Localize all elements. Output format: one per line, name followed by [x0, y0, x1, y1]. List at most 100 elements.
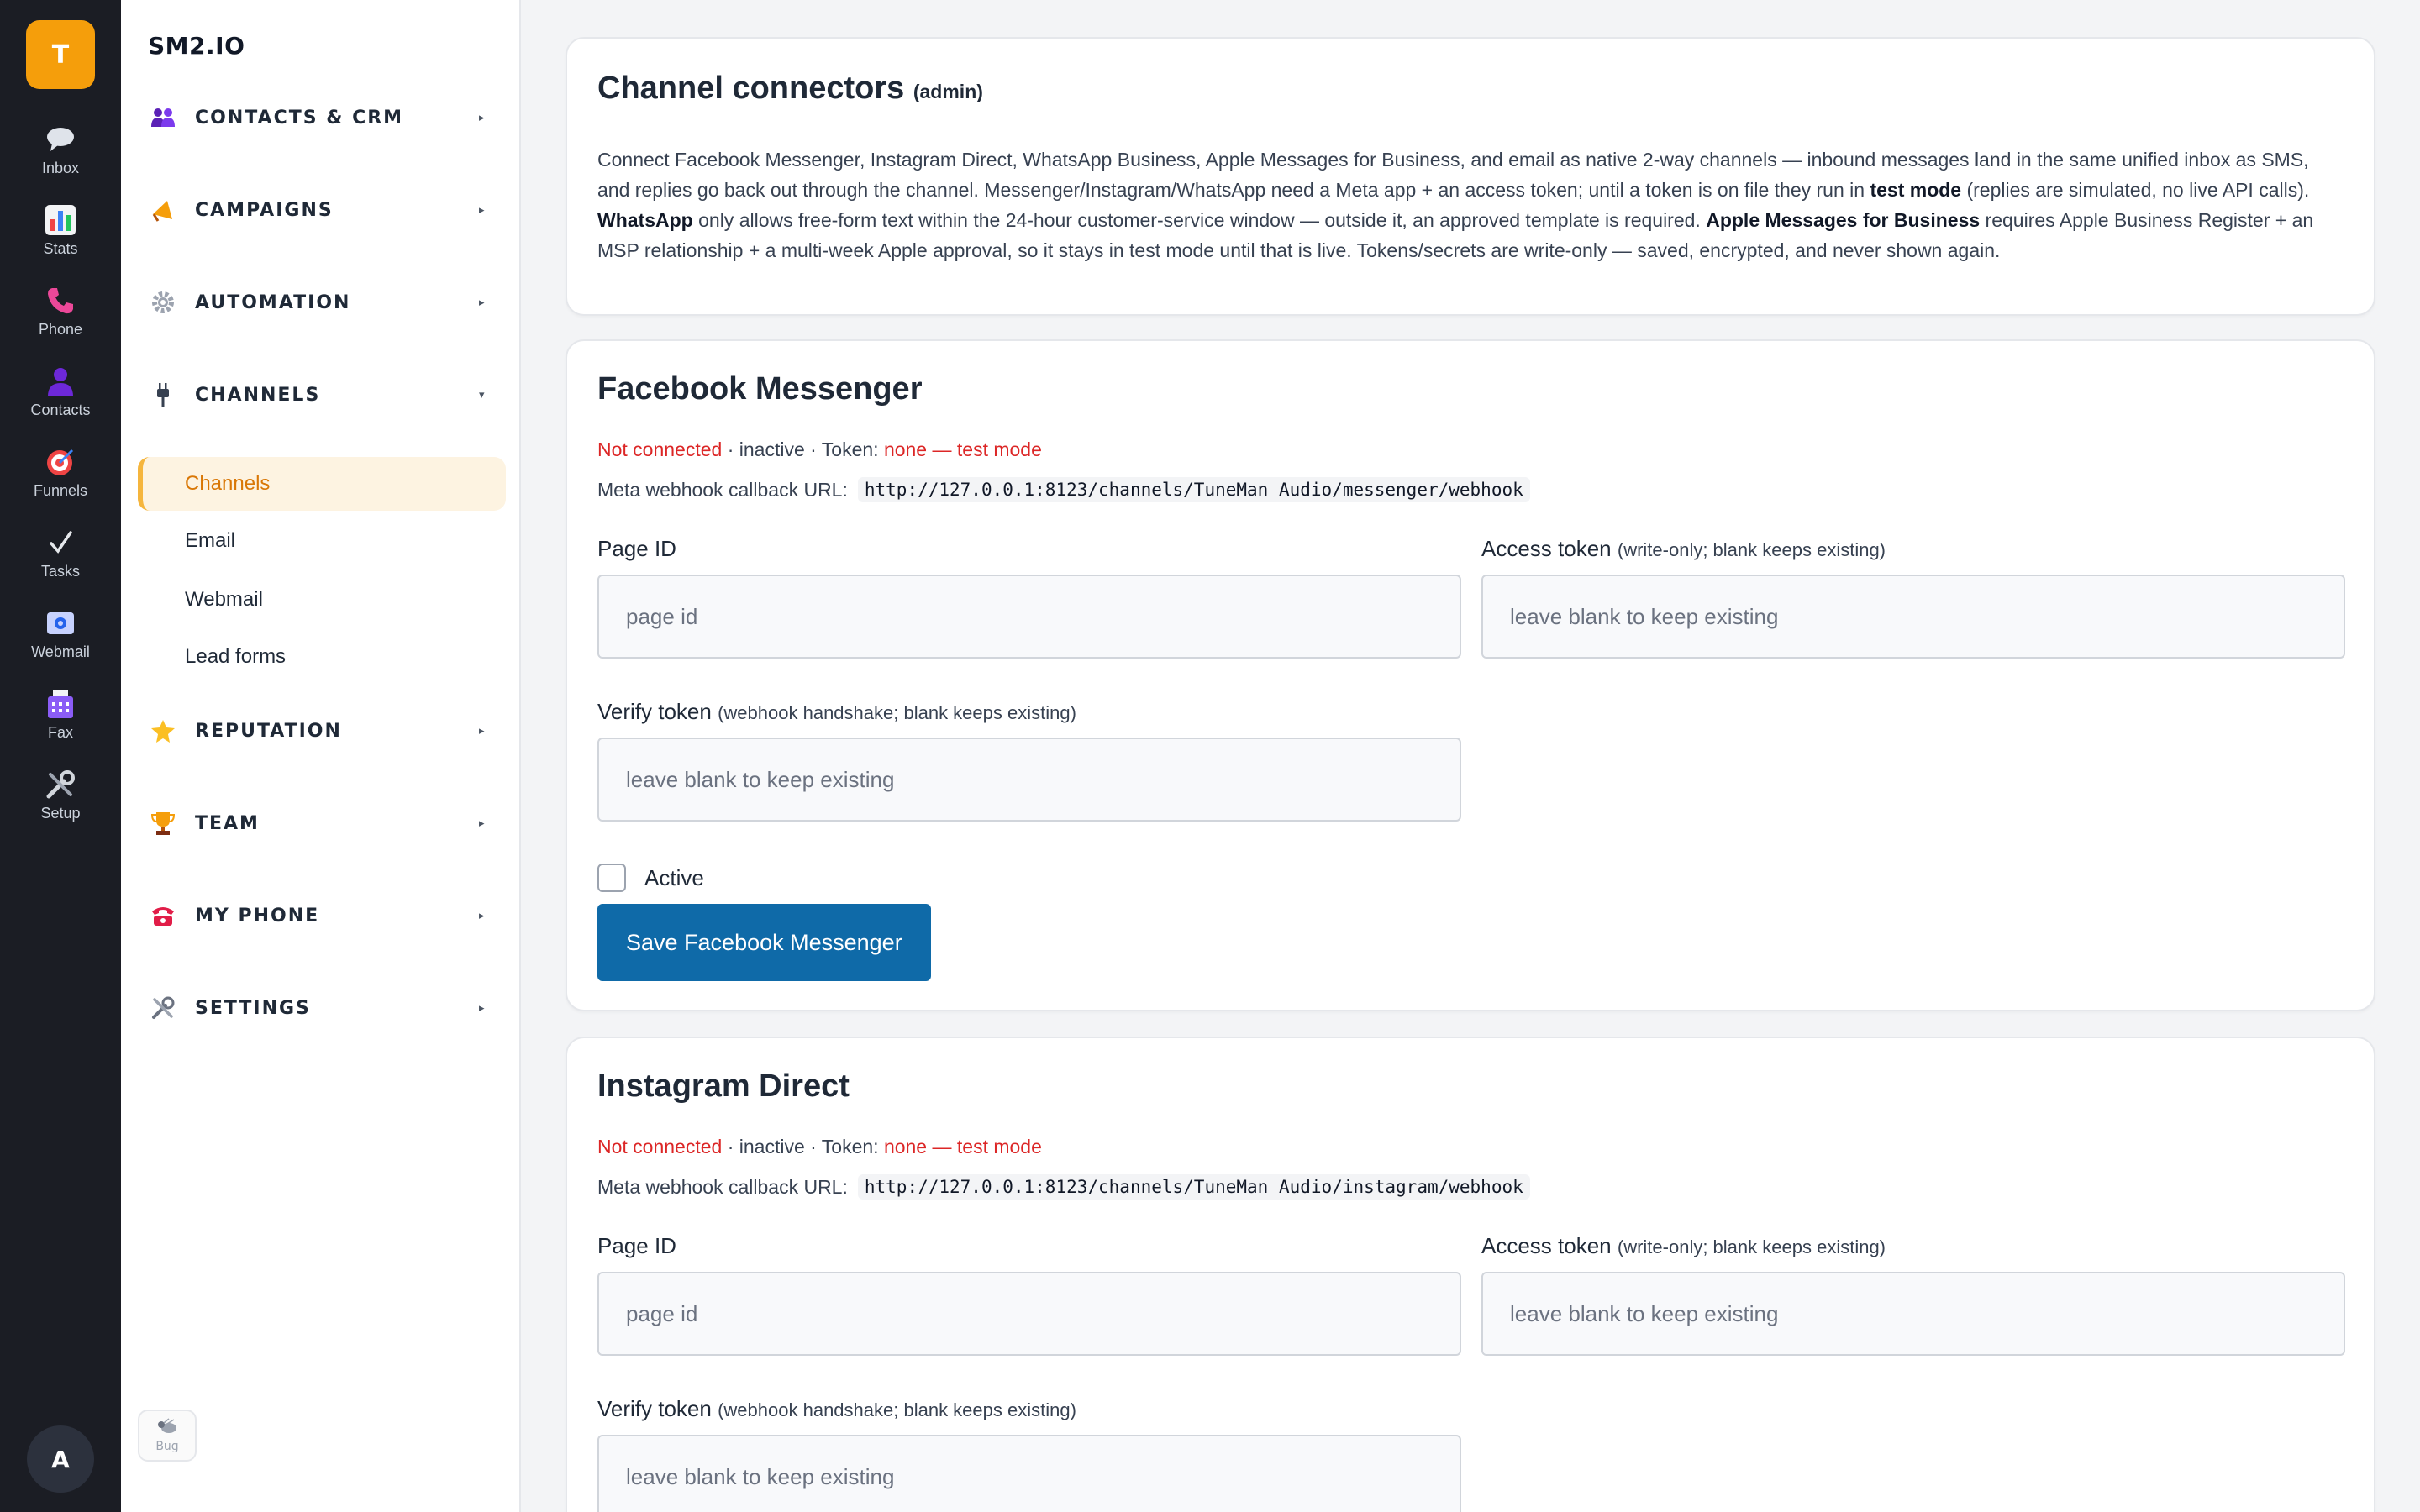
caret-right-icon: ▸: [479, 111, 485, 124]
nav-group-team[interactable]: TEAM ▸: [121, 798, 521, 848]
star-icon: [148, 716, 178, 746]
nav-group-channels[interactable]: CHANNELS ▾: [121, 370, 521, 420]
phone-icon: [42, 282, 79, 319]
caret-right-icon: ▸: [479, 203, 485, 217]
webhook-label: Meta webhook callback URL:: [597, 1175, 848, 1198]
connection-status: Not connected · inactive · Token: none —…: [597, 438, 1042, 461]
sidebar: SM2.IO CONTACTS & CRM ▸ CAMPAIGNS ▸ AUTO…: [121, 0, 521, 1512]
access-token-hint: (write-only; blank keeps existing): [1617, 539, 1886, 560]
rail-label: Stats: [43, 240, 78, 257]
intro-emphasis: test mode: [1870, 179, 1962, 201]
sidebar-item-lead-forms[interactable]: Lead forms: [138, 630, 506, 684]
card-title: Instagram Direct: [597, 1068, 850, 1104]
webhook-url[interactable]: http://127.0.0.1:8123/channels/TuneMan A…: [857, 477, 1530, 502]
nav-group-automation[interactable]: AUTOMATION ▸: [121, 277, 521, 328]
caret-right-icon: ▸: [479, 816, 485, 830]
tools-icon: [42, 766, 79, 803]
caret-right-icon: ▸: [479, 296, 485, 309]
nav-group-reputation[interactable]: REPUTATION ▸: [121, 706, 521, 756]
nav-group-campaigns[interactable]: CAMPAIGNS ▸: [121, 185, 521, 235]
rail-label: Funnels: [33, 482, 88, 499]
active-label: Active: [644, 864, 704, 890]
bug-icon: [155, 1418, 179, 1438]
caret-down-icon: ▾: [479, 388, 485, 402]
megaphone-icon: [148, 195, 178, 225]
nav-group-contacts-crm[interactable]: CONTACTS & CRM ▸: [121, 92, 521, 143]
save-facebook-messenger-button[interactable]: Save Facebook Messenger: [597, 904, 931, 981]
page-id-input[interactable]: [597, 575, 1461, 659]
brand-name: SM2.IO: [148, 32, 245, 60]
telephone-icon: [148, 900, 178, 931]
verify-token-label: Verify token (webhook handshake; blank k…: [597, 699, 1076, 725]
nav-group-label: TEAM: [195, 812, 260, 834]
card-title: Facebook Messenger: [597, 371, 923, 407]
verify-token-hint: (webhook handshake; blank keeps existing…: [718, 702, 1076, 723]
connection-status: Not connected · inactive · Token: none —…: [597, 1136, 1042, 1158]
verify-token-input[interactable]: [597, 738, 1461, 822]
rail-label: Contacts: [30, 402, 91, 418]
status-token: none — test mode: [883, 438, 1042, 460]
gear-icon: [148, 287, 178, 318]
rail-item-fax[interactable]: Fax: [0, 685, 121, 753]
sidebar-item-webmail[interactable]: Webmail: [138, 573, 506, 627]
webhook-url-row: Meta webhook callback URL: http://127.0.0…: [597, 1174, 1530, 1200]
page-id-label: Page ID: [597, 1233, 676, 1258]
access-token-input[interactable]: [1481, 575, 2345, 659]
nav-group-label: AUTOMATION: [195, 291, 351, 313]
verify-token-input[interactable]: [597, 1435, 1461, 1512]
checkmark-icon: [42, 524, 79, 561]
bug-label: Bug: [155, 1440, 179, 1453]
nav-group-label: MY PHONE: [195, 905, 320, 927]
page-id-label: Page ID: [597, 536, 676, 561]
rail-item-phone[interactable]: Phone: [0, 282, 121, 349]
nav-group-label: CAMPAIGNS: [195, 199, 334, 221]
verify-token-label-text: Verify token: [597, 699, 712, 724]
webhook-url[interactable]: http://127.0.0.1:8123/channels/TuneMan A…: [857, 1174, 1530, 1200]
status-token: none — test mode: [883, 1136, 1042, 1158]
rail-label: Webmail: [31, 643, 90, 660]
facebook-messenger-card: Facebook Messenger Not connected · inact…: [566, 339, 2375, 1011]
webhook-url-row: Meta webhook callback URL: http://127.0.0…: [597, 477, 1530, 502]
rail-item-inbox[interactable]: Inbox: [0, 121, 121, 188]
sidebar-item-channels[interactable]: Channels: [138, 457, 506, 511]
active-checkbox[interactable]: [597, 864, 626, 892]
caret-right-icon: ▸: [479, 724, 485, 738]
rail-item-tasks[interactable]: Tasks: [0, 524, 121, 591]
nav-group-my-phone[interactable]: MY PHONE ▸: [121, 890, 521, 941]
active-checkbox-row[interactable]: Active: [597, 864, 704, 892]
rail-item-stats[interactable]: Stats: [0, 202, 121, 269]
intro-emphasis: WhatsApp: [597, 209, 693, 231]
nav-group-label: REPUTATION: [195, 720, 342, 742]
rail-item-setup[interactable]: Setup: [0, 766, 121, 833]
person-icon: [42, 363, 79, 400]
fax-icon: [42, 685, 79, 722]
bug-report-button[interactable]: Bug: [138, 1410, 197, 1462]
target-icon: [42, 444, 79, 480]
status-detail: · inactive · Token:: [722, 1136, 884, 1158]
app-rail: T Inbox Stats Phone Contacts Funnels Tas…: [0, 0, 121, 1512]
intro-segment: only allows free-form text within the 24…: [692, 209, 1707, 231]
trophy-icon: [148, 808, 178, 838]
channel-connectors-card: Channel connectors (admin) Connect Faceb…: [566, 37, 2375, 316]
rail-item-webmail[interactable]: Webmail: [0, 605, 121, 672]
page-title: Channel connectors (admin): [597, 71, 983, 107]
access-token-label-text: Access token: [1481, 1233, 1612, 1258]
envelope-icon: [42, 605, 79, 642]
access-token-label: Access token (write-only; blank keeps ex…: [1481, 536, 1886, 562]
speech-bubble-icon: [42, 121, 79, 158]
nav-group-settings[interactable]: SETTINGS ▸: [121, 983, 521, 1033]
rail-item-contacts[interactable]: Contacts: [0, 363, 121, 430]
access-token-input[interactable]: [1481, 1272, 2345, 1356]
sidebar-item-email[interactable]: Email: [138, 514, 506, 568]
user-avatar[interactable]: A: [27, 1425, 94, 1493]
people-icon: [148, 102, 178, 133]
access-token-label-text: Access token: [1481, 536, 1612, 561]
nav-group-label: CONTACTS & CRM: [195, 107, 404, 129]
caret-right-icon: ▸: [479, 909, 485, 922]
page-id-input[interactable]: [597, 1272, 1461, 1356]
access-token-hint: (write-only; blank keeps existing): [1617, 1236, 1886, 1257]
rail-item-funnels[interactable]: Funnels: [0, 444, 121, 511]
workspace-avatar[interactable]: T: [26, 20, 95, 89]
access-token-label: Access token (write-only; blank keeps ex…: [1481, 1233, 1886, 1259]
page-title-text: Channel connectors: [597, 71, 905, 106]
